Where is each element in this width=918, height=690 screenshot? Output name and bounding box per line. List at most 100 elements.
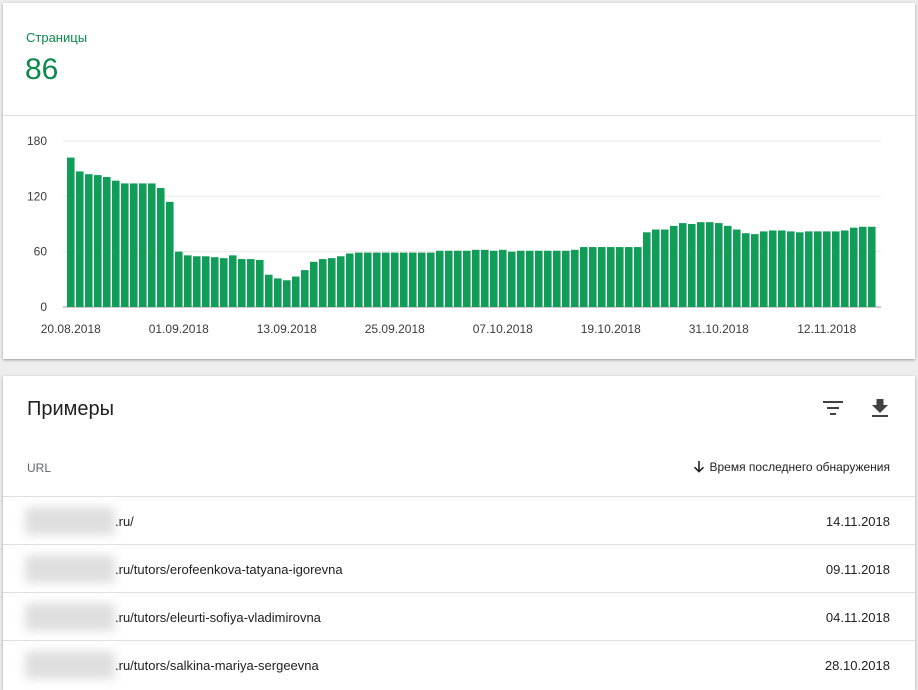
- chart-bar: [517, 250, 525, 307]
- chart-bar: [634, 247, 642, 307]
- column-header-url[interactable]: URL: [27, 461, 51, 475]
- chart-bar: [859, 226, 867, 307]
- row-url: .ru/tutors/eleurti-sofiya-vladimirovna: [115, 609, 321, 625]
- pages-bar-chart: 180 120 60 0 20.08.2018 01.09.2018 13.09.2018 2…: [27, 134, 881, 336]
- chart-bar: [157, 188, 165, 307]
- y-tick-label: 120: [27, 189, 47, 203]
- x-tick-label: 19.10.2018: [581, 322, 641, 336]
- chart-bar: [850, 227, 858, 307]
- chart-bar: [427, 252, 435, 307]
- chart-bar: [121, 183, 129, 307]
- chart-bar: [220, 258, 228, 307]
- chart-bar: [148, 183, 156, 307]
- chart-bar: [805, 231, 813, 307]
- y-tick-label: 60: [34, 245, 48, 259]
- chart-bar: [499, 249, 507, 307]
- row-date: 28.10.2018: [824, 657, 890, 673]
- chart-bar: [184, 255, 192, 307]
- chart-bar: [868, 226, 876, 307]
- chart-bar: [319, 259, 327, 307]
- download-icon[interactable]: [868, 396, 892, 420]
- table-row[interactable]: .ru/tutors/erofeenkova-tatyana-igorevna …: [3, 544, 915, 593]
- chart-bar: [130, 183, 138, 307]
- row-url: .ru/tutors/salkina-mariya-sergeevna: [115, 657, 319, 673]
- chart-bar: [211, 257, 219, 307]
- chart-bar: [643, 232, 651, 307]
- chart-bar: [832, 231, 840, 307]
- y-tick-label: 180: [27, 134, 47, 148]
- chart-bar: [283, 280, 291, 307]
- table-row[interactable]: .ru/ 14.11.2018: [3, 496, 915, 545]
- chart-bar: [841, 230, 849, 307]
- chart-bar: [256, 259, 264, 307]
- chart-bar: [454, 250, 462, 307]
- chart-bar: [274, 278, 282, 307]
- pages-chart-card: Страницы 86 180 120 60 0 20.08.2018 01.09.201…: [3, 3, 915, 359]
- chart-bar: [103, 176, 111, 307]
- chart-bar: [481, 249, 489, 307]
- chart-bar: [400, 252, 408, 307]
- x-tick-label: 31.10.2018: [689, 322, 749, 336]
- x-tick-label: 12.11.2018: [797, 322, 856, 336]
- chart-bar: [382, 252, 390, 307]
- chart-bar: [85, 174, 93, 307]
- column-header-last-seen-label: Время последнего обнаружения: [709, 460, 891, 474]
- chart-bar: [706, 222, 714, 307]
- chart-bar: [607, 247, 615, 307]
- chart-bar: [472, 249, 480, 307]
- x-tick-label: 01.09.2018: [149, 322, 209, 336]
- chart-bar: [760, 231, 768, 307]
- chart-bar: [418, 252, 426, 307]
- chart-bar: [535, 250, 543, 307]
- chart-bar: [679, 223, 687, 307]
- chart-bar: [364, 252, 372, 307]
- chart-bar: [247, 259, 255, 307]
- chart-bar: [328, 258, 336, 307]
- chart-bar: [301, 270, 309, 307]
- chart-bar: [580, 247, 588, 307]
- chart-bar: [733, 229, 741, 307]
- chart-bar: [697, 222, 705, 307]
- chart-bar: [229, 255, 237, 307]
- chart-bar: [463, 250, 471, 307]
- chart-bar: [652, 229, 660, 307]
- chart-bar: [355, 252, 363, 307]
- arrow-down-icon: [693, 461, 704, 473]
- chart-bar: [526, 250, 534, 307]
- chart-bar: [94, 175, 102, 307]
- chart-bar: [562, 250, 570, 307]
- chart-bar: [337, 256, 345, 307]
- y-tick-label: 0: [40, 300, 47, 314]
- examples-title: Примеры: [27, 398, 115, 420]
- chart-bar: [616, 247, 624, 307]
- row-date: 14.11.2018: [825, 513, 890, 529]
- chart-bar: [661, 229, 669, 307]
- chart-bar: [310, 261, 318, 307]
- chart-bar: [238, 259, 246, 307]
- redacted-domain: [25, 555, 115, 583]
- chart-bar: [571, 249, 579, 307]
- chart-bar: [715, 223, 723, 307]
- chart-bar: [445, 250, 453, 307]
- chart-bar: [823, 231, 831, 307]
- chart-bar: [175, 251, 183, 307]
- row-date: 04.11.2018: [825, 609, 890, 625]
- chart-bar: [670, 225, 678, 307]
- chart-bar: [391, 252, 399, 307]
- chart-bar: [625, 247, 633, 307]
- row-url: .ru/: [115, 513, 134, 529]
- chart-bar: [796, 232, 804, 307]
- x-tick-label: 13.09.2018: [257, 322, 317, 336]
- chart-bar: [193, 256, 201, 307]
- x-tick-label: 20.08.2018: [41, 322, 101, 336]
- redacted-domain: [25, 603, 115, 631]
- filter-icon[interactable]: [821, 396, 845, 420]
- chart-bar: [265, 274, 273, 307]
- table-row[interactable]: .ru/tutors/eleurti-sofiya-vladimirovna 0…: [3, 592, 915, 641]
- chart-bar: [508, 251, 516, 307]
- chart-bar: [742, 233, 750, 307]
- redacted-domain: [25, 507, 115, 535]
- column-header-last-seen[interactable]: Время последнего обнаружения: [693, 460, 891, 474]
- examples-card: Примеры URL Время последнего обнаружения…: [3, 376, 915, 690]
- table-row[interactable]: .ru/tutors/salkina-mariya-sergeevna 28.1…: [3, 640, 915, 689]
